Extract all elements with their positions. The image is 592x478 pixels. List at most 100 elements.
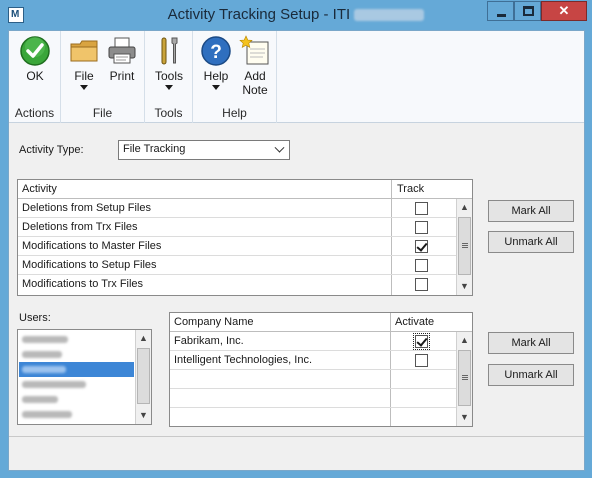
ok-check-icon	[20, 36, 50, 66]
track-column-header[interactable]: Track	[397, 183, 424, 195]
activate-checkbox[interactable]	[415, 354, 428, 367]
activity-type-dropdown[interactable]: File Tracking	[118, 140, 290, 160]
redacted-user-name	[22, 336, 68, 343]
company-grid-scrollbar[interactable]: ▲ ▼	[456, 332, 472, 426]
activity-grid-header: Activity Track	[18, 180, 472, 199]
activate-checkbox[interactable]	[413, 333, 430, 350]
company-row-empty[interactable]	[170, 370, 456, 389]
scroll-thumb[interactable]	[458, 217, 471, 275]
user-list-item[interactable]	[19, 407, 134, 422]
actions-group-label: Actions	[14, 106, 55, 120]
company-grid-header: Company Name Activate	[170, 313, 472, 332]
window-client: OK Actions File Print File Tools Tools ?…	[8, 30, 585, 471]
ribbon: OK Actions File Print File Tools Tools ?…	[9, 31, 584, 123]
help-button[interactable]: ? Help	[197, 35, 235, 90]
maximize-icon	[523, 6, 534, 16]
close-icon: ✕	[558, 3, 570, 18]
scroll-up-icon[interactable]: ▲	[136, 330, 151, 346]
activity-name: Modifications to Master Files	[22, 240, 162, 252]
track-checkbox[interactable]	[415, 278, 428, 291]
activity-grid: Activity Track Deletions from Setup File…	[17, 179, 473, 296]
users-list-scrollbar[interactable]: ▲ ▼	[135, 330, 151, 424]
activity-unmark-all-button[interactable]: Unmark All	[488, 231, 574, 253]
activity-name: Modifications to Trx Files	[22, 278, 144, 290]
ok-button[interactable]: OK	[13, 35, 57, 83]
redacted-user-name	[22, 411, 72, 418]
scroll-up-icon[interactable]: ▲	[457, 199, 472, 215]
add-note-label: Add Note	[242, 69, 268, 97]
redacted-company-name	[354, 9, 425, 22]
print-button[interactable]: Print	[103, 35, 141, 83]
scroll-thumb[interactable]	[458, 350, 471, 406]
company-name-column-header[interactable]: Company Name	[174, 316, 253, 328]
redacted-user-name	[22, 351, 62, 358]
track-checkbox[interactable]	[415, 221, 428, 234]
tools-button[interactable]: Tools	[149, 35, 189, 90]
tools-dropdown-arrow-icon	[165, 85, 173, 90]
user-list-item[interactable]	[19, 377, 134, 392]
minimize-icon	[497, 14, 506, 17]
company-name: Intelligent Technologies, Inc.	[174, 354, 312, 366]
activity-type-label: Activity Type:	[19, 144, 84, 156]
scroll-up-icon[interactable]: ▲	[457, 332, 472, 348]
activity-row[interactable]: Deletions from Trx Files	[18, 218, 456, 237]
form-area: Activity Type: File Tracking Activity Tr…	[9, 124, 584, 436]
file-button[interactable]: File	[67, 35, 101, 90]
company-row-empty[interactable]	[170, 408, 456, 427]
help-dropdown-arrow-icon	[212, 85, 220, 90]
grip-icon	[462, 243, 468, 248]
minimize-button[interactable]	[487, 1, 514, 21]
activity-row[interactable]: Modifications to Master Files	[18, 237, 456, 256]
file-group-label: File	[92, 106, 113, 120]
user-list-item-selected[interactable]	[19, 362, 134, 377]
folder-icon	[70, 40, 98, 62]
help-label: Help	[203, 69, 229, 83]
tools-group-label: Tools	[154, 106, 183, 120]
window-title-text: Activity Tracking Setup - ITI	[167, 6, 351, 23]
activity-row[interactable]: Modifications to Setup Files	[18, 256, 456, 275]
title-bar[interactable]: M Activity Tracking Setup - ITI ✕	[0, 0, 592, 30]
ribbon-group-actions: OK Actions	[9, 31, 61, 123]
activity-row[interactable]: Modifications to Trx Files	[18, 275, 456, 294]
window: M Activity Tracking Setup - ITI ✕ OK Act…	[0, 0, 592, 478]
company-grid: Company Name Activate Fabrikam, Inc. Int…	[169, 312, 473, 427]
redacted-user-name	[22, 396, 58, 403]
file-dropdown-arrow-icon	[80, 85, 88, 90]
add-note-button[interactable]: Add Note	[235, 35, 275, 97]
users-list[interactable]: ▲ ▼	[17, 329, 152, 425]
company-row[interactable]: Intelligent Technologies, Inc.	[170, 351, 456, 370]
help-group-label: Help	[222, 106, 247, 120]
ribbon-group-help: ? Help Add Note Help	[193, 31, 277, 123]
track-checkbox[interactable]	[415, 259, 428, 272]
scroll-thumb[interactable]	[137, 348, 150, 404]
activity-mark-all-button[interactable]: Mark All	[488, 200, 574, 222]
printer-icon	[108, 37, 136, 64]
ribbon-group-file: File Print File	[61, 31, 145, 123]
scroll-down-icon[interactable]: ▼	[457, 278, 472, 294]
help-icon: ?	[201, 36, 231, 66]
grip-icon	[462, 375, 468, 380]
tools-icon	[161, 37, 178, 65]
activate-column-header[interactable]: Activate	[395, 316, 434, 328]
track-checkbox[interactable]	[415, 240, 428, 253]
scroll-down-icon[interactable]: ▼	[136, 407, 151, 423]
track-checkbox[interactable]	[415, 202, 428, 215]
company-unmark-all-button[interactable]: Unmark All	[488, 364, 574, 386]
company-mark-all-button[interactable]: Mark All	[488, 332, 574, 354]
user-list-item[interactable]	[19, 347, 134, 362]
activity-row[interactable]: Deletions from Setup Files	[18, 199, 456, 218]
company-row-empty[interactable]	[170, 389, 456, 408]
redacted-user-name	[22, 366, 66, 373]
company-row[interactable]: Fabrikam, Inc.	[170, 332, 456, 351]
close-button[interactable]: ✕	[541, 1, 587, 21]
activity-grid-scrollbar[interactable]: ▲ ▼	[456, 199, 472, 295]
svg-text:?: ?	[210, 42, 222, 63]
add-note-icon	[239, 35, 269, 65]
user-list-item[interactable]	[19, 392, 134, 407]
scroll-down-icon[interactable]: ▼	[457, 409, 472, 425]
tools-label: Tools	[154, 69, 183, 83]
activity-column-header[interactable]: Activity	[22, 183, 57, 195]
maximize-button[interactable]	[514, 1, 541, 21]
user-list-item[interactable]	[19, 332, 134, 347]
activity-name: Modifications to Setup Files	[22, 259, 157, 271]
